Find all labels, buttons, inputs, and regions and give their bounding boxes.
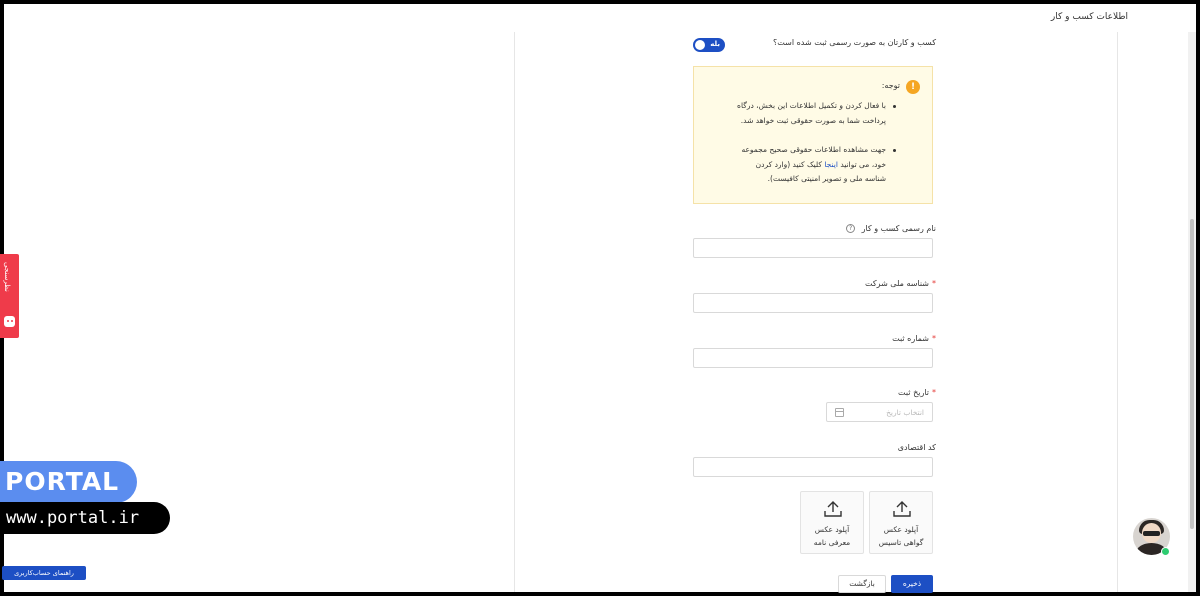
chat-icon (4, 316, 15, 327)
feedback-label: نظرسنجی (3, 262, 11, 292)
bullet-dot (893, 149, 896, 152)
required-mark: * (932, 334, 936, 343)
registration-number-input[interactable] (693, 348, 933, 368)
warning-icon: ! (906, 80, 920, 94)
upload-icon (824, 501, 842, 517)
economic-code-label: کد اقتصادی (897, 443, 936, 452)
notice-bullet-2: جهت مشاهده اطلاعات حقوقی صحیح مجموعه خود… (741, 145, 886, 183)
registration-question: کسب و کارتان به صورت رسمی ثبت شده است؟ (773, 38, 936, 47)
official-name-label: نام رسمی کسب و کار ? (846, 224, 936, 233)
feedback-tab[interactable]: نظرسنجی (0, 254, 19, 338)
economic-code-input[interactable] (693, 457, 933, 477)
here-link[interactable]: اینجا (824, 160, 838, 169)
notice-box: ! توجه: با فعال کردن و تکمیل اطلاعات این… (693, 66, 933, 204)
back-button[interactable]: بازگشت (838, 575, 886, 593)
toggle-knob (695, 40, 705, 50)
page-title: اطلاعات کسب و کار (1050, 12, 1128, 22)
calendar-icon (835, 408, 844, 417)
national-id-input[interactable] (693, 293, 933, 313)
notice-bullet-1: با فعال کردن و تکمیل اطلاعات این بخش، در… (737, 101, 886, 125)
registration-date-picker[interactable]: انتخاب تاریخ (826, 402, 933, 422)
bullet-dot (893, 105, 896, 108)
required-mark: * (932, 279, 936, 288)
registration-number-label: *شماره ثبت (892, 334, 936, 343)
save-button[interactable]: ذخیره (891, 575, 933, 593)
upload-introduction-letter-button[interactable]: آپلود عکس معرفی نامه (800, 491, 864, 554)
notice-title: توجه: (881, 81, 900, 90)
help-icon[interactable]: ? (846, 224, 856, 233)
portal-logo: PORTAL (0, 461, 137, 503)
online-status-indicator (1161, 547, 1170, 556)
scrollbar-thumb[interactable] (1190, 219, 1194, 529)
registration-date-label: *تاریخ ثبت (898, 388, 936, 397)
date-placeholder: انتخاب تاریخ (886, 408, 924, 417)
right-area (1118, 32, 1188, 592)
upload-icon (893, 501, 911, 517)
account-guide-button[interactable]: راهنمای حساب‌کاربری (2, 566, 86, 580)
toggle-label: بله (710, 40, 720, 48)
official-name-input[interactable] (693, 238, 933, 258)
page-frame: اطلاعات کسب و کار (4, 4, 1196, 592)
upload-certificate-button[interactable]: آپلود عکس گواهی تاسیس (869, 491, 933, 554)
required-mark: * (932, 388, 936, 397)
portal-url: www.portal.ir (0, 502, 170, 534)
registration-toggle[interactable]: بله (693, 38, 725, 52)
national-id-label: *شناسه ملی شرکت (864, 279, 936, 288)
top-bar: اطلاعات کسب و کار (4, 4, 1196, 32)
